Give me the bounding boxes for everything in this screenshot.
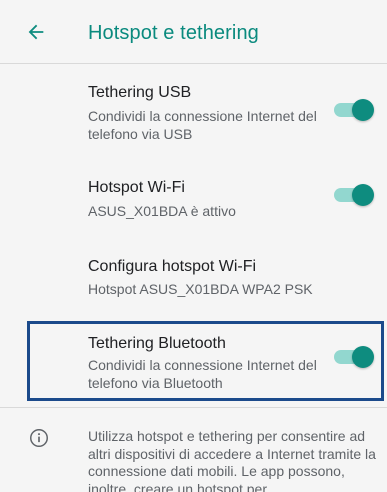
wifi-hotspot-row[interactable]: Hotspot Wi-Fi ASUS_X01BDA è attivo [0,151,387,236]
row-title: Hotspot Wi-Fi [88,179,185,196]
arrow-back-icon [28,24,44,40]
app-bar: Hotspot e tethering [0,0,387,64]
hotspot-tethering-screen: Hotspot e tethering Tethering USB Condiv… [0,0,387,492]
configure-hotspot-row[interactable]: Configura hotspot Wi-Fi Hotspot ASUS_X01… [0,236,387,318]
bluetooth-tethering-row[interactable]: Tethering Bluetooth Condividi la conness… [0,318,387,404]
bluetooth-tethering-toggle[interactable] [330,346,374,368]
toggle-thumb [352,346,374,368]
row-title: Configura hotspot Wi-Fi [88,258,257,275]
usb-tethering-toggle[interactable] [330,99,374,121]
row-title: Tethering USB [88,84,192,101]
row-subtitle: Hotspot ASUS_X01BDA WPA2 PSK [88,281,313,297]
divider [0,407,387,408]
toggle-thumb [352,99,374,121]
page-title: Hotspot e tethering [88,22,259,44]
row-title: Tethering Bluetooth [88,335,226,352]
toggle-thumb [352,184,374,206]
row-subtitle: Condividi la connessione Internet del te… [88,108,317,142]
row-subtitle: ASUS_X01BDA è attivo [88,203,236,219]
usb-tethering-row[interactable]: Tethering USB Condividi la connessione I… [0,64,387,151]
back-button[interactable] [18,16,54,48]
wifi-hotspot-toggle[interactable] [330,184,374,206]
info-icon [30,429,48,447]
row-subtitle: Condividi la connessione Internet del te… [88,357,317,391]
info-text: Utilizza hotspot e tethering per consent… [88,428,376,492]
